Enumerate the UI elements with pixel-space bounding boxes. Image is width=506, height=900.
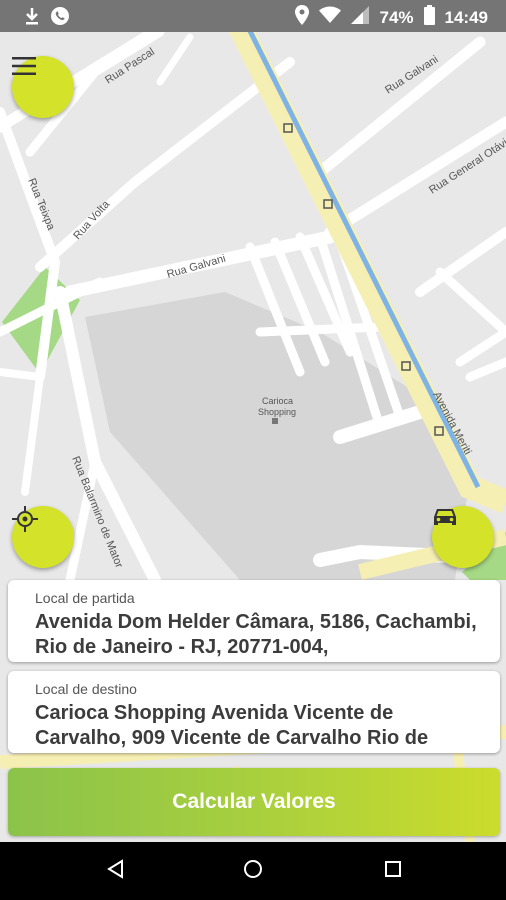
origin-field[interactable]: Local de partida Avenida Dom Helder Câma… [8, 580, 500, 662]
destination-value[interactable]: Carioca Shopping Avenida Vicente de Carv… [35, 701, 480, 751]
location-icon [295, 5, 310, 30]
poi-label: Carioca [262, 396, 293, 406]
origin-label: Local de partida [35, 590, 135, 606]
signal-icon [351, 6, 370, 29]
destination-label: Local de destino [35, 681, 137, 697]
navigation-bar [0, 842, 506, 900]
shopping-poi-icon [272, 418, 278, 424]
wifi-icon [319, 6, 342, 29]
battery-icon [423, 5, 435, 30]
calculate-button[interactable]: Calcular Valores [8, 768, 500, 836]
clock: 14:49 [444, 7, 488, 27]
origin-value[interactable]: Avenida Dom Helder Câmara, 5186, Cachamb… [35, 610, 480, 660]
home-icon [243, 859, 263, 884]
status-bar: 74% 14:49 [0, 0, 506, 32]
battery-percent: 74% [379, 7, 414, 27]
back-icon [106, 858, 124, 884]
home-button[interactable] [238, 856, 268, 886]
poi-label: Shopping [258, 407, 296, 417]
destination-field[interactable]: Local de destino Carioca Shopping Avenid… [8, 671, 500, 753]
recents-button[interactable] [378, 856, 408, 886]
vehicle-button[interactable] [432, 506, 494, 568]
back-button[interactable] [100, 856, 130, 886]
recents-icon [384, 860, 402, 883]
whatsapp-icon [50, 6, 70, 31]
menu-button[interactable] [12, 56, 74, 118]
my-location-button[interactable] [12, 506, 74, 568]
download-icon [24, 7, 40, 30]
